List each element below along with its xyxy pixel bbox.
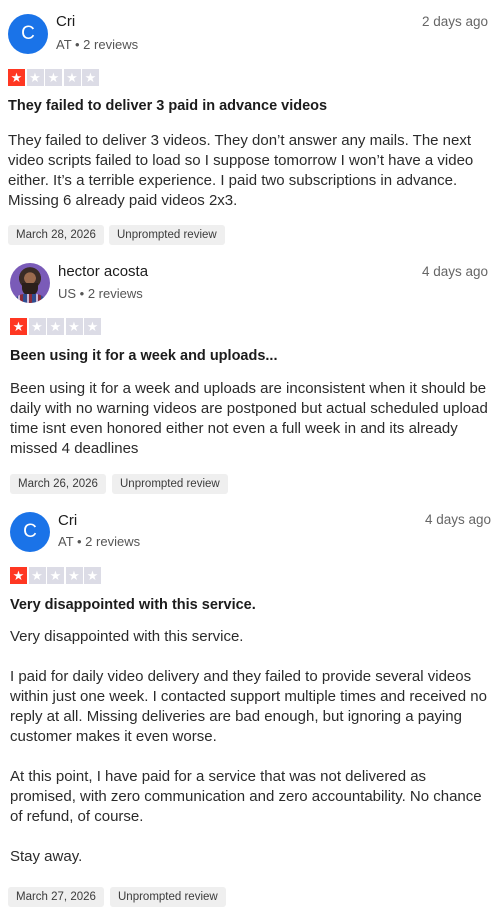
review-paragraph: They failed to deliver 3 videos. They do… [8,132,474,209]
star-icon: ★ [8,69,25,86]
review-date-badge: March 28, 2026 [8,225,104,245]
star-rating: ★ ★ ★ ★ ★ [8,69,99,86]
review-paragraph: Been using it for a week and uploads are… [10,380,488,457]
review-title[interactable]: Been using it for a week and uploads... [10,348,278,364]
reviewer-meta: AT • 2 reviews [58,534,141,549]
reviewer-name[interactable]: hector acosta [58,263,148,280]
unprompted-review-badge: Unprompted review [112,474,228,494]
review-age: 4 days ago [422,264,489,279]
review-title[interactable]: They failed to deliver 3 paid in advance… [8,98,327,114]
star-icon: ★ [28,567,46,584]
reviewer-name[interactable]: Cri [58,512,77,529]
review-paragraph: I paid for daily video delivery and they… [10,668,487,745]
star-icon: ★ [28,318,46,335]
reviewer-meta: AT • 2 reviews [56,37,139,52]
reviewer-name[interactable]: Cri [56,13,75,30]
review-body: They failed to deliver 3 videos. They do… [8,131,494,211]
review-date-badge: March 26, 2026 [10,474,106,494]
avatar[interactable]: C [8,14,48,54]
star-icon: ★ [10,567,27,584]
review-body: Been using it for a week and uploads are… [10,379,496,459]
unprompted-review-badge: Unprompted review [109,225,225,245]
review-paragraph: Stay away. [10,848,83,865]
review-title[interactable]: Very disappointed with this service. [10,597,256,613]
star-icon: ★ [82,69,99,86]
review-date-badge: March 27, 2026 [8,887,104,907]
review-paragraph: Very disappointed with this service. [10,628,244,645]
star-icon: ★ [47,567,64,584]
star-icon: ★ [84,318,101,335]
star-icon: ★ [47,318,64,335]
avatar[interactable] [10,263,50,303]
review-age: 2 days ago [422,14,489,29]
star-rating: ★ ★ ★ ★ ★ [10,567,101,584]
star-icon: ★ [84,567,101,584]
star-icon: ★ [65,567,83,584]
review-body: Very disappointed with this service. I p… [10,627,496,867]
reviewer-meta: US • 2 reviews [58,286,143,301]
review-age: 4 days ago [425,512,492,527]
star-icon: ★ [10,318,27,335]
star-icon: ★ [63,69,81,86]
star-rating: ★ ★ ★ ★ ★ [10,318,101,335]
avatar-photo-detail [14,294,46,303]
star-icon: ★ [26,69,44,86]
star-icon: ★ [65,318,83,335]
avatar[interactable]: C [10,512,50,552]
unprompted-review-badge: Unprompted review [110,887,226,907]
review-paragraph: At this point, I have paid for a service… [10,768,482,825]
star-icon: ★ [45,69,62,86]
